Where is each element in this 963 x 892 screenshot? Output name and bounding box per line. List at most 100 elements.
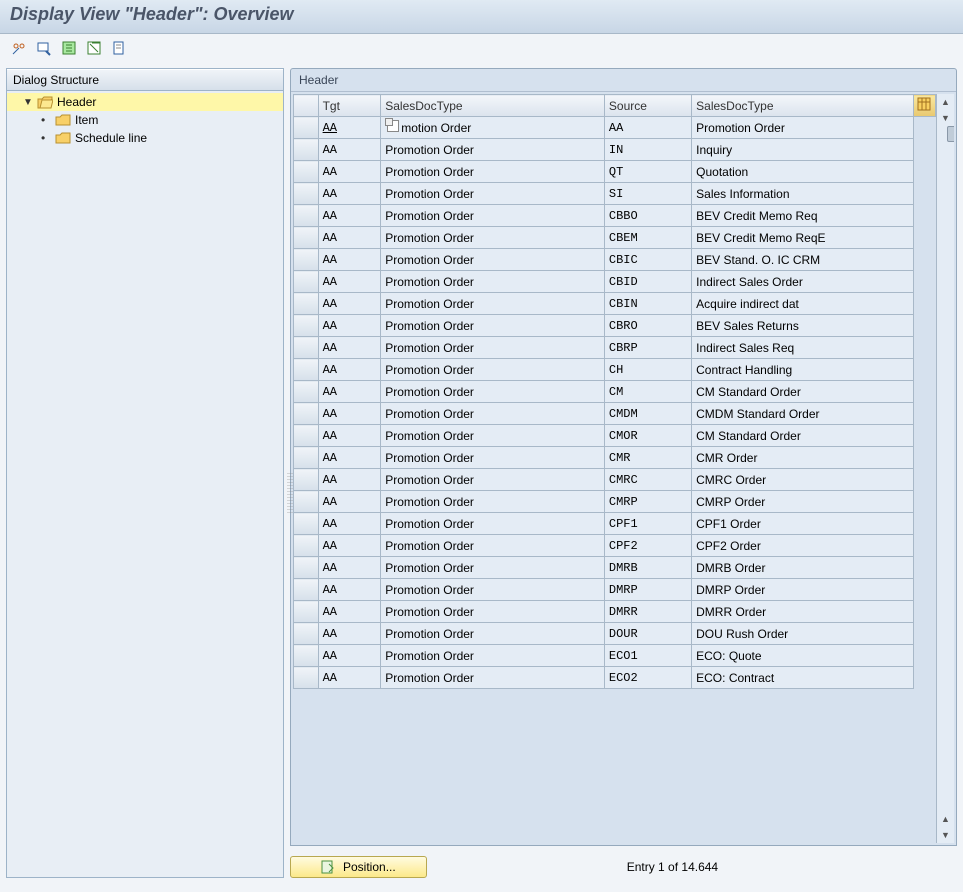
cell-tgt[interactable]: AA xyxy=(318,337,381,359)
cell-salesdoctype-src[interactable]: CMDM Standard Order xyxy=(692,403,913,425)
row-selector[interactable] xyxy=(294,667,319,689)
cell-salesdoctype-tgt[interactable]: Promotion Order xyxy=(381,139,605,161)
cell-source[interactable]: CH xyxy=(604,359,691,381)
cell-salesdoctype-src[interactable]: CPF2 Order xyxy=(692,535,913,557)
col-tgt[interactable]: Tgt xyxy=(318,95,381,117)
cell-salesdoctype-src[interactable]: Acquire indirect dat xyxy=(692,293,913,315)
row-selector[interactable] xyxy=(294,645,319,667)
row-selector[interactable] xyxy=(294,381,319,403)
row-selector[interactable] xyxy=(294,447,319,469)
cell-tgt[interactable]: AA xyxy=(318,447,381,469)
cell-salesdoctype-src[interactable]: BEV Stand. O. IC CRM xyxy=(692,249,913,271)
cell-salesdoctype-tgt[interactable]: Promotion Order xyxy=(381,337,605,359)
cell-salesdoctype-src[interactable]: Quotation xyxy=(692,161,913,183)
row-selector[interactable] xyxy=(294,425,319,447)
cell-source[interactable]: CMRC xyxy=(604,469,691,491)
configure-columns-icon[interactable] xyxy=(913,95,935,117)
cell-salesdoctype-src[interactable]: DMRP Order xyxy=(692,579,913,601)
cell-tgt[interactable]: AA xyxy=(318,315,381,337)
cell-tgt[interactable]: AA xyxy=(318,513,381,535)
cell-source[interactable]: DMRR xyxy=(604,601,691,623)
cell-tgt[interactable]: AA xyxy=(318,249,381,271)
scroll-down-icon[interactable]: ▼ xyxy=(937,110,954,126)
cell-salesdoctype-tgt[interactable]: Promotion Order xyxy=(381,579,605,601)
cell-source[interactable]: CBID xyxy=(604,271,691,293)
cell-source[interactable]: CM xyxy=(604,381,691,403)
cell-source[interactable]: CMOR xyxy=(604,425,691,447)
row-selector[interactable] xyxy=(294,403,319,425)
cell-source[interactable]: CBRO xyxy=(604,315,691,337)
cell-salesdoctype-src[interactable]: DMRR Order xyxy=(692,601,913,623)
row-selector[interactable] xyxy=(294,293,319,315)
row-selector[interactable] xyxy=(294,601,319,623)
row-selector[interactable] xyxy=(294,205,319,227)
row-selector[interactable] xyxy=(294,337,319,359)
col-salesdoctype-src[interactable]: SalesDocType xyxy=(692,95,913,117)
cell-salesdoctype-tgt[interactable]: Promotion Order xyxy=(381,183,605,205)
cell-salesdoctype-tgt[interactable]: Promotion Order xyxy=(381,667,605,689)
expand-collapse-icon[interactable]: ▼ xyxy=(23,97,33,108)
cell-salesdoctype-src[interactable]: BEV Sales Returns xyxy=(692,315,913,337)
cell-source[interactable]: DMRP xyxy=(604,579,691,601)
cell-tgt[interactable]: AA xyxy=(318,469,381,491)
cell-source[interactable]: CBRP xyxy=(604,337,691,359)
cell-tgt[interactable]: AA xyxy=(318,359,381,381)
vertical-scrollbar[interactable]: ▲ ▼ ▲ ▼ xyxy=(936,94,954,843)
cell-tgt[interactable]: AA xyxy=(318,403,381,425)
cell-source[interactable]: CBIN xyxy=(604,293,691,315)
cell-tgt[interactable]: AA xyxy=(318,205,381,227)
cell-source[interactable]: QT xyxy=(604,161,691,183)
cell-source[interactable]: ECO1 xyxy=(604,645,691,667)
cell-salesdoctype-src[interactable]: CMRC Order xyxy=(692,469,913,491)
cell-salesdoctype-tgt[interactable]: Promotion Order xyxy=(381,381,605,403)
cell-salesdoctype-tgt[interactable]: motion Order xyxy=(381,117,605,139)
cell-salesdoctype-tgt[interactable]: Promotion Order xyxy=(381,293,605,315)
position-button[interactable]: Position... xyxy=(290,856,427,878)
scroll-down2-icon[interactable]: ▼ xyxy=(937,827,954,843)
cell-salesdoctype-src[interactable]: ECO: Quote xyxy=(692,645,913,667)
cell-salesdoctype-tgt[interactable]: Promotion Order xyxy=(381,491,605,513)
toggle-display-change-icon[interactable] xyxy=(8,38,30,58)
cell-tgt[interactable]: AA xyxy=(318,425,381,447)
cell-source[interactable]: CMDM xyxy=(604,403,691,425)
cell-source[interactable]: AA xyxy=(604,117,691,139)
cell-source[interactable]: DOUR xyxy=(604,623,691,645)
row-selector[interactable] xyxy=(294,227,319,249)
cell-source[interactable]: CMR xyxy=(604,447,691,469)
cell-tgt[interactable]: AA xyxy=(318,601,381,623)
cell-salesdoctype-tgt[interactable]: Promotion Order xyxy=(381,447,605,469)
cell-salesdoctype-src[interactable]: Sales Information xyxy=(692,183,913,205)
cell-salesdoctype-src[interactable]: Promotion Order xyxy=(692,117,913,139)
cell-salesdoctype-tgt[interactable]: Promotion Order xyxy=(381,601,605,623)
tree-item-item[interactable]: •Item xyxy=(7,111,283,129)
cell-salesdoctype-src[interactable]: CMR Order xyxy=(692,447,913,469)
cell-salesdoctype-tgt[interactable]: Promotion Order xyxy=(381,359,605,381)
cell-salesdoctype-src[interactable]: BEV Credit Memo Req xyxy=(692,205,913,227)
deselect-all-icon[interactable] xyxy=(83,38,105,58)
cell-salesdoctype-tgt[interactable]: Promotion Order xyxy=(381,271,605,293)
cell-salesdoctype-src[interactable]: CM Standard Order xyxy=(692,381,913,403)
cell-tgt[interactable]: AA xyxy=(318,139,381,161)
row-selector[interactable] xyxy=(294,535,319,557)
row-selector[interactable] xyxy=(294,469,319,491)
cell-salesdoctype-tgt[interactable]: Promotion Order xyxy=(381,469,605,491)
cell-tgt[interactable]: AA xyxy=(318,645,381,667)
cell-salesdoctype-src[interactable]: ECO: Contract xyxy=(692,667,913,689)
cell-salesdoctype-tgt[interactable]: Promotion Order xyxy=(381,403,605,425)
tree-item-header[interactable]: ▼Header xyxy=(7,93,283,111)
row-selector[interactable] xyxy=(294,359,319,381)
cell-salesdoctype-tgt[interactable]: Promotion Order xyxy=(381,315,605,337)
search-help-icon[interactable] xyxy=(387,120,399,132)
cell-source[interactable]: CBBO xyxy=(604,205,691,227)
cell-tgt[interactable]: AA xyxy=(318,623,381,645)
row-selector[interactable] xyxy=(294,249,319,271)
cell-source[interactable]: ECO2 xyxy=(604,667,691,689)
cell-source[interactable]: IN xyxy=(604,139,691,161)
cell-salesdoctype-src[interactable]: CMRP Order xyxy=(692,491,913,513)
cell-salesdoctype-src[interactable]: BEV Credit Memo ReqE xyxy=(692,227,913,249)
cell-source[interactable]: DMRB xyxy=(604,557,691,579)
cell-tgt[interactable]: AA xyxy=(318,557,381,579)
row-selector[interactable] xyxy=(294,579,319,601)
scroll-up-icon[interactable]: ▲ xyxy=(937,94,954,110)
cell-salesdoctype-tgt[interactable]: Promotion Order xyxy=(381,205,605,227)
